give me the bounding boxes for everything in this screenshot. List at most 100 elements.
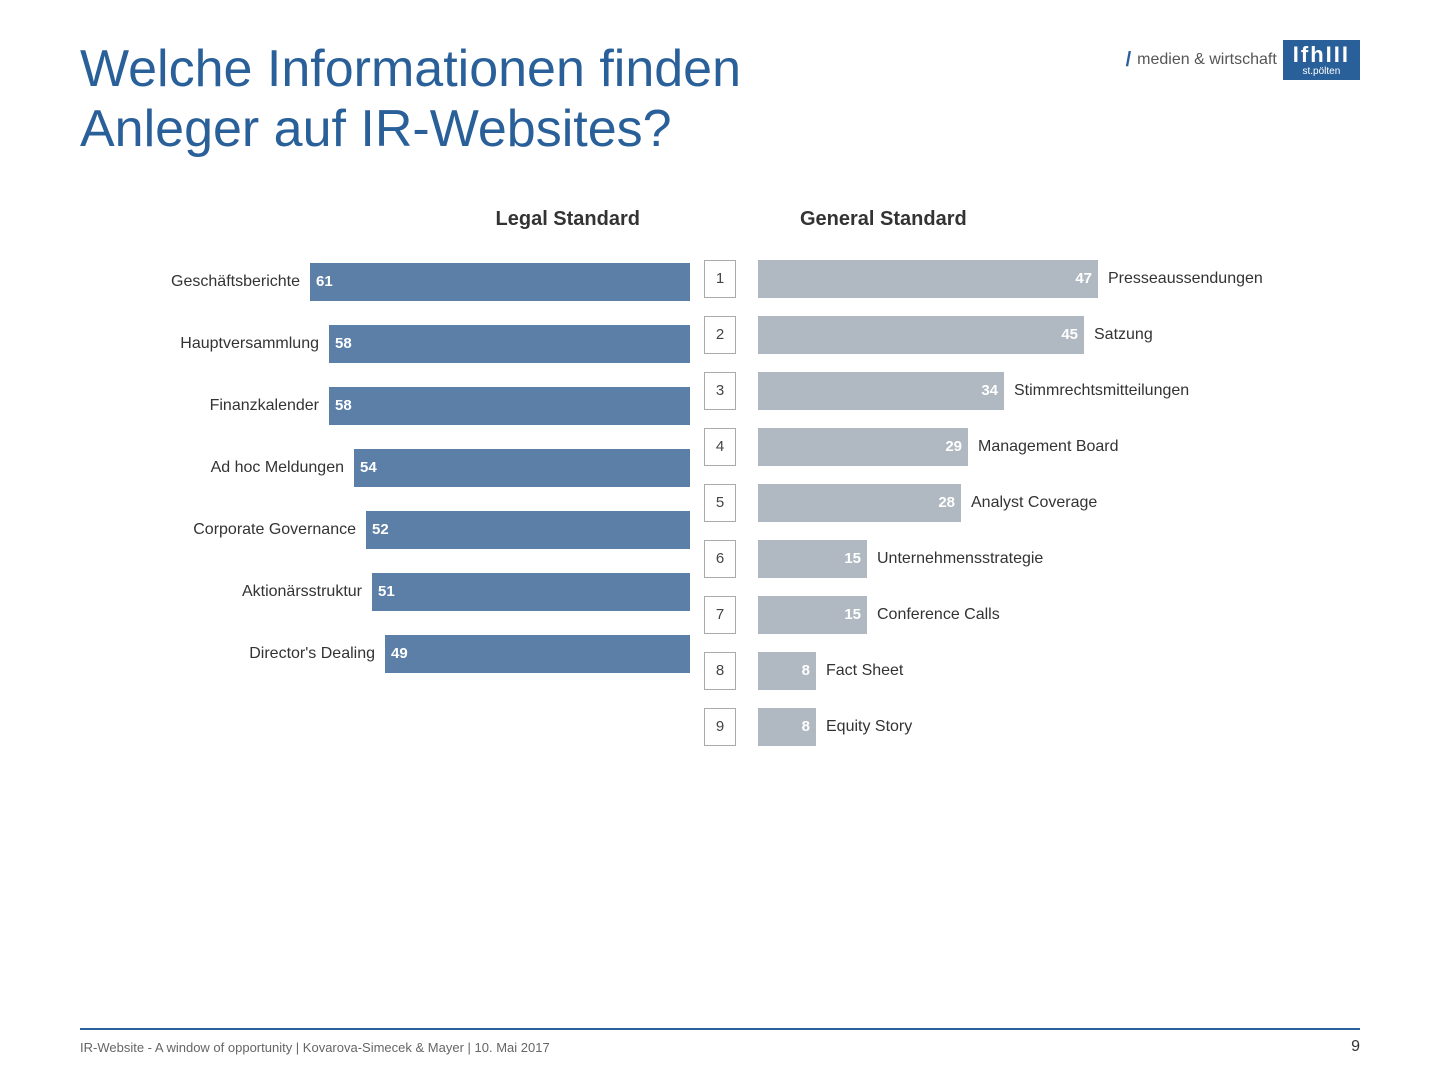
left-item-label: Geschäftsberichte bbox=[115, 273, 300, 291]
right-bar: 8 bbox=[758, 708, 816, 746]
legal-standard-title: Legal Standard bbox=[496, 208, 640, 231]
bar-value: 58 bbox=[335, 335, 352, 352]
footer-citation: IR-Website - A window of opportunity | K… bbox=[80, 1040, 550, 1055]
left-bar-row: Finanzkalender 58 bbox=[80, 384, 690, 428]
footer: IR-Website - A window of opportunity | K… bbox=[80, 1028, 1360, 1056]
bar-value: 8 bbox=[802, 662, 810, 679]
right-item-label: Analyst Coverage bbox=[971, 494, 1097, 512]
right-item-label: Fact Sheet bbox=[826, 662, 903, 680]
rank-box: 7 bbox=[704, 596, 736, 634]
rank-box: 1 bbox=[704, 260, 736, 298]
medien-wirtschaft-text: medien & wirtschaft bbox=[1137, 51, 1277, 69]
rank-boxes: 1 2 3 4 5 6 7 8 9 bbox=[704, 260, 736, 764]
left-bar: 51 bbox=[372, 573, 690, 611]
right-item-label: Management Board bbox=[978, 438, 1119, 456]
right-column-header: General Standard bbox=[750, 200, 1360, 240]
right-item-label: Presseaussendungen bbox=[1108, 270, 1263, 288]
right-item-label: Unternehmensstrategie bbox=[877, 550, 1043, 568]
right-bar-row: 15 Conference Calls bbox=[750, 596, 1360, 634]
left-item-label: Director's Dealing bbox=[190, 645, 375, 663]
right-bar-row: 15 Unternehmensstrategie bbox=[750, 540, 1360, 578]
right-bar: 29 bbox=[758, 428, 968, 466]
right-bar: 15 bbox=[758, 596, 867, 634]
bar-value: 51 bbox=[378, 583, 395, 600]
left-item-label: Finanzkalender bbox=[134, 397, 319, 415]
left-bar: 61 bbox=[310, 263, 690, 301]
left-bar-row: Geschäftsberichte 61 bbox=[80, 260, 690, 304]
bar-value: 61 bbox=[316, 273, 333, 290]
bar-value: 45 bbox=[1061, 326, 1078, 343]
bar-value: 58 bbox=[335, 397, 352, 414]
logo-line1: / medien & wirtschaft IfhIII st.pölten bbox=[1126, 40, 1360, 80]
title-block: Welche Informationen finden Anleger auf … bbox=[80, 40, 1126, 160]
footer-page-number: 9 bbox=[1351, 1038, 1360, 1056]
general-standard-title: General Standard bbox=[800, 208, 967, 231]
rank-box: 3 bbox=[704, 372, 736, 410]
right-bar-row: 34 Stimmrechtsmitteilungen bbox=[750, 372, 1360, 410]
right-bar: 47 bbox=[758, 260, 1098, 298]
left-item-label: Aktionärsstruktur bbox=[177, 583, 362, 601]
right-item-label: Satzung bbox=[1094, 326, 1153, 344]
right-item-label: Equity Story bbox=[826, 718, 912, 736]
bar-value: 8 bbox=[802, 718, 810, 735]
right-bar: 45 bbox=[758, 316, 1084, 354]
title-line1: Welche Informationen finden bbox=[80, 40, 741, 98]
left-bar-row: Hauptversammlung 58 bbox=[80, 322, 690, 366]
bar-value: 28 bbox=[938, 494, 955, 511]
rank-box: 2 bbox=[704, 316, 736, 354]
bar-value: 54 bbox=[360, 459, 377, 476]
bar-value: 49 bbox=[391, 645, 408, 662]
right-bar: 15 bbox=[758, 540, 867, 578]
chart-wrapper: Legal Standard Geschäftsberichte61Hauptv… bbox=[80, 200, 1360, 764]
right-bar-row: 8 Equity Story bbox=[750, 708, 1360, 746]
left-bar-row: Director's Dealing 49 bbox=[80, 632, 690, 676]
right-bar-row: 28 Analyst Coverage bbox=[750, 484, 1360, 522]
right-bar-row: 8 Fact Sheet bbox=[750, 652, 1360, 690]
right-item-label: Conference Calls bbox=[877, 606, 1000, 624]
bar-value: 34 bbox=[981, 382, 998, 399]
right-bar-row: 47 Presseaussendungen bbox=[750, 260, 1360, 298]
rank-column: 1 2 3 4 5 6 7 8 9 bbox=[690, 200, 750, 764]
right-bar-row: 45 Satzung bbox=[750, 316, 1360, 354]
bar-value: 15 bbox=[844, 606, 861, 623]
left-item-label: Hauptversammlung bbox=[134, 335, 319, 353]
left-item-label: Corporate Governance bbox=[171, 521, 356, 539]
right-bar: 8 bbox=[758, 652, 816, 690]
left-bar: 58 bbox=[329, 387, 690, 425]
page-container: Welche Informationen finden Anleger auf … bbox=[0, 0, 1440, 794]
right-bar-row: 29 Management Board bbox=[750, 428, 1360, 466]
title-line2: Anleger auf IR-Websites? bbox=[80, 100, 672, 158]
rank-box: 8 bbox=[704, 652, 736, 690]
fh-logo: IfhIII st.pölten bbox=[1283, 40, 1360, 80]
left-bar-row: Ad hoc Meldungen 54 bbox=[80, 446, 690, 490]
bar-value: 52 bbox=[372, 521, 389, 538]
logo-area: / medien & wirtschaft IfhIII st.pölten bbox=[1126, 40, 1360, 80]
left-bar: 49 bbox=[385, 635, 690, 673]
rank-box: 5 bbox=[704, 484, 736, 522]
left-chart: Legal Standard Geschäftsberichte 61 Hauptv… bbox=[80, 200, 690, 764]
right-bar: 28 bbox=[758, 484, 961, 522]
left-item-label: Ad hoc Meldungen bbox=[159, 459, 344, 477]
right-item-label: Stimmrechtsmitteilungen bbox=[1014, 382, 1189, 400]
page-title: Welche Informationen finden Anleger auf … bbox=[80, 40, 1126, 160]
slash-icon: / bbox=[1126, 49, 1132, 72]
right-bar: 34 bbox=[758, 372, 1004, 410]
bar-value: 29 bbox=[945, 438, 962, 455]
rank-box: 9 bbox=[704, 708, 736, 746]
left-bars: Geschäftsberichte61Hauptversammlung58Fin… bbox=[80, 260, 690, 694]
left-bar-row: Corporate Governance 52 bbox=[80, 508, 690, 552]
rank-box: 6 bbox=[704, 540, 736, 578]
header: Welche Informationen finden Anleger auf … bbox=[80, 40, 1360, 160]
left-column-header: Legal Standard bbox=[80, 200, 690, 240]
left-bar: 54 bbox=[354, 449, 690, 487]
right-bars: 47 Presseaussendungen 45 Satzung 34 Stimmrech… bbox=[750, 260, 1360, 764]
rank-box: 4 bbox=[704, 428, 736, 466]
left-bar-row: Aktionärsstruktur 51 bbox=[80, 570, 690, 614]
bar-value: 47 bbox=[1075, 270, 1092, 287]
fh-logo-bottom: st.pölten bbox=[1302, 66, 1340, 78]
bar-value: 15 bbox=[844, 550, 861, 567]
fh-logo-top: IfhIII bbox=[1293, 44, 1350, 66]
left-bar: 58 bbox=[329, 325, 690, 363]
right-chart: General Standard 47 Presseaussendungen 45 S… bbox=[750, 200, 1360, 764]
left-bar: 52 bbox=[366, 511, 690, 549]
